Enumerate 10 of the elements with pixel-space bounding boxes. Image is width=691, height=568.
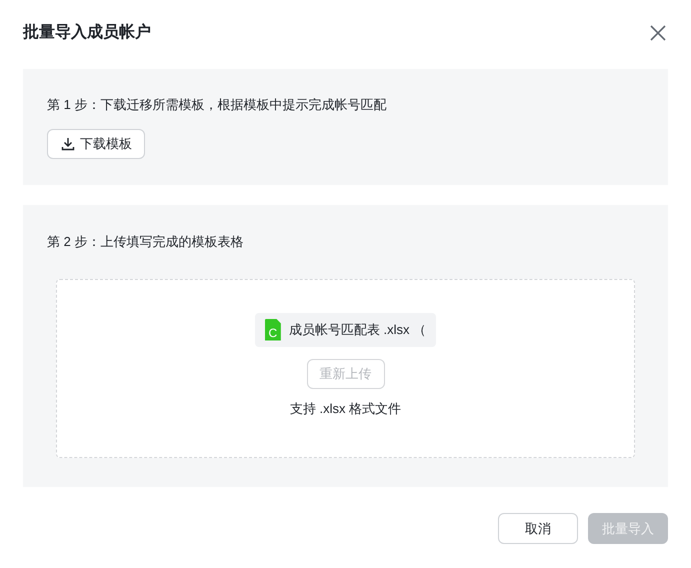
cancel-button[interactable]: 取消: [498, 513, 578, 544]
download-icon: [60, 136, 76, 152]
step-title: 第 2 步：上传填写完成的模板表格: [47, 233, 244, 251]
format-hint: 支持 .xlsx 格式文件: [290, 400, 402, 418]
file-name: 成员帐号匹配表 .xlsx （: [288, 320, 426, 339]
spreadsheet-file-icon: C: [264, 318, 281, 340]
close-icon[interactable]: [649, 24, 667, 42]
step-title: 第 1 步：下载迁移所需模板，根据模板中提示完成帐号匹配: [47, 96, 388, 114]
download-template-button[interactable]: 下载模板: [47, 128, 145, 158]
dialog-title: 批量导入成员帐户: [23, 22, 151, 43]
